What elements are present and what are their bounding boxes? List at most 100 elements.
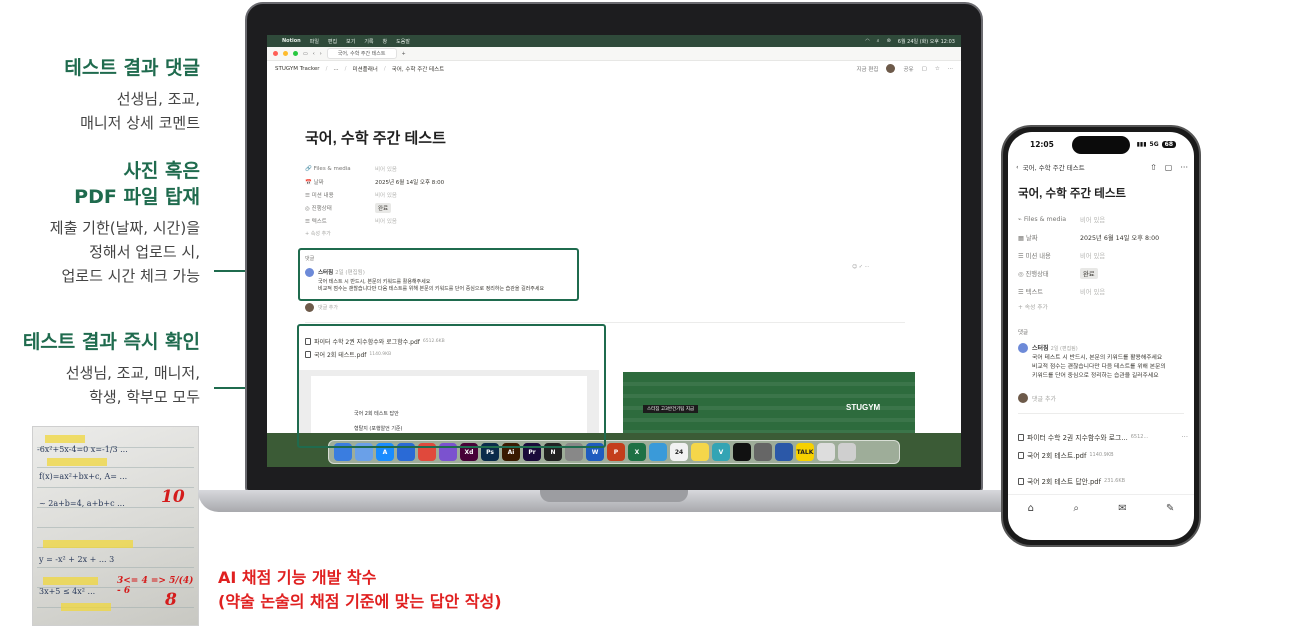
annotation-desc: 선생님, 조교, 매니저 상세 코멘트 [64, 87, 200, 135]
menu-item[interactable]: 파일 [310, 38, 319, 45]
close-window-icon[interactable] [273, 51, 278, 56]
dock-app-icon[interactable]: P [607, 443, 625, 461]
file-item[interactable]: 국어 2회 테스트.pdf 1140.9KB [1018, 446, 1188, 464]
menubar-clock[interactable]: 6월 24일 (화) 오후 12:03 [898, 38, 955, 45]
home-icon[interactable]: ⌂ [1028, 503, 1034, 540]
link-icon: 🔗 [305, 165, 312, 172]
property-row[interactable]: ⌁ Files & media 비어 있음 [1018, 210, 1188, 228]
property-row[interactable]: 📅 날짜 2025년 6월 14일 오후 8:00 [305, 175, 905, 188]
dock-app-icon[interactable] [754, 443, 772, 461]
annotation-title: 테스트 결과 댓글 [64, 57, 200, 79]
comment-text: 키워드를 단어 중심으로 정리하는 습관을 길러주세요 [1032, 373, 1159, 379]
property-row[interactable]: ☰ 텍스트 비어 있음 [1018, 282, 1188, 300]
calendar-icon: ▦ [1018, 234, 1024, 242]
file-size: 231.6KB [1104, 478, 1126, 484]
handwritten-answer-photo: -6x²+5x-4=0 x=-1/3 ... f(x)=ax²+bx+c, A=… [32, 426, 199, 626]
breadcrumb-item[interactable]: ... [333, 66, 338, 72]
forward-icon[interactable]: › [320, 51, 322, 57]
comment-icon[interactable]: ▢ [1165, 163, 1173, 172]
property-value[interactable]: 비어 있음 [1080, 215, 1105, 224]
dock-app-icon[interactable] [649, 443, 667, 461]
phone-clock: 12:05 [1030, 139, 1054, 149]
menu-app-name[interactable]: Notion [282, 38, 301, 44]
property-row[interactable]: ☰ 미션 내용 비어 있음 [305, 188, 905, 201]
property-value[interactable]: 비어 있음 [1080, 251, 1105, 260]
page-title[interactable]: 국어, 수학 주간 테스트 [1018, 185, 1126, 201]
page-title[interactable]: 국어, 수학 주간 테스트 [305, 127, 905, 148]
back-icon[interactable]: ‹ [1016, 163, 1019, 171]
more-icon[interactable]: ··· [1180, 163, 1188, 172]
text-icon: ☰ [1018, 252, 1024, 260]
phone-screen: 12:05 ▮▮▮ 5G 68 ‹ 국어, 수학 주간 테스트 ⇧ ▢ ··· … [1008, 132, 1194, 540]
dock-app-icon[interactable]: 24 [670, 443, 688, 461]
annotation-title: 사진 혹은 PDF 파일 탑재 [50, 158, 200, 210]
add-property-button[interactable]: + 속성 추가 [1018, 302, 1188, 311]
highlight-comment-box [298, 248, 579, 301]
property-row[interactable]: ☰ 미션 내용 비어 있음 [1018, 246, 1188, 264]
menu-item[interactable]: 도움말 [396, 38, 410, 45]
new-tab-icon[interactable]: + [402, 51, 406, 57]
share-button[interactable]: 공유 [903, 65, 913, 73]
avatar[interactable] [886, 64, 896, 73]
window-titlebar: ▭ ‹ › 국어, 수학 주간 테스트 + [267, 47, 961, 61]
breadcrumb-item[interactable]: 미션플래너 [353, 65, 378, 73]
property-row[interactable]: ▦ 날짜 2025년 6월 14일 오후 8:00 [1018, 228, 1188, 246]
menu-item[interactable]: 창 [383, 38, 388, 45]
property-row[interactable]: ◎ 진행상태 완료 [305, 201, 905, 214]
tab-current[interactable]: 국어, 수학 주간 테스트 [326, 48, 397, 59]
dock-app-icon[interactable]: X [628, 443, 646, 461]
menu-item[interactable]: 편집 [328, 38, 337, 45]
dock-app-icon[interactable] [775, 443, 793, 461]
inbox-icon[interactable]: ✉ [1118, 503, 1126, 540]
dock-app-icon[interactable] [838, 443, 856, 461]
property-row[interactable]: 🔗 Files & media 비어 있음 [305, 162, 905, 175]
edited-indicator: 지금 편집 [856, 66, 879, 73]
file-item[interactable]: 파이터 수학 2권 지수함수와 로그... 6512... ··· [1018, 428, 1188, 446]
avatar [1018, 343, 1028, 353]
dock-app-icon[interactable] [733, 443, 751, 461]
property-value[interactable]: 비어 있음 [1080, 287, 1105, 296]
breadcrumb-item[interactable]: STUGYM Tracker [275, 66, 320, 72]
ai-grading-note: AI 채점 기능 개발 착수 (약술 논술의 채점 기준에 맞는 답안 작성) [218, 566, 502, 614]
file-item[interactable]: 국어 2회 테스트 답안.pdf 231.6KB [1018, 472, 1188, 490]
zoom-window-icon[interactable] [293, 51, 298, 56]
search-icon[interactable]: ⌕ [877, 38, 880, 45]
property-value[interactable]: 비어 있음 [375, 217, 397, 225]
control-center-icon[interactable]: ⊜ [887, 38, 891, 45]
dock-app-icon[interactable] [817, 443, 835, 461]
phone-tab-bar: ⌂ ⌕ ✉ ✎ [1008, 494, 1194, 540]
search-icon[interactable]: ⌕ [1073, 503, 1079, 540]
minimize-window-icon[interactable] [283, 51, 288, 56]
compose-icon[interactable]: ✎ [1166, 503, 1174, 540]
property-value[interactable]: 2025년 6월 14일 오후 8:00 [375, 178, 444, 186]
back-icon[interactable]: ‹ [313, 51, 315, 57]
property-row[interactable]: ◎ 진행상태 완료 [1018, 264, 1188, 282]
menu-item[interactable]: 기록 [364, 38, 373, 45]
more-icon[interactable]: ··· [1182, 433, 1188, 441]
menu-item[interactable]: 보기 [346, 38, 355, 45]
breadcrumb-item[interactable]: 국어, 수학 주간 테스트 [392, 65, 445, 73]
add-property-button[interactable]: + 속성 추가 [305, 230, 905, 237]
add-comment-button[interactable]: 댓글 추가 [305, 303, 905, 312]
dock-app-icon[interactable] [691, 443, 709, 461]
property-key: Files & media [1023, 215, 1067, 223]
property-value[interactable]: 2025년 6월 14일 오후 8:00 [1080, 233, 1159, 242]
dock-app-icon[interactable]: V [712, 443, 730, 461]
status-badge[interactable]: 완료 [375, 202, 392, 213]
comment-icon[interactable]: ▢ [922, 66, 927, 72]
share-icon[interactable]: ⇧ [1150, 163, 1157, 172]
property-row[interactable]: ☰ 텍스트 비어 있음 [305, 214, 905, 227]
dock-app-icon[interactable]: TALK [796, 443, 814, 461]
property-value[interactable]: 비어 있음 [375, 165, 397, 173]
status-badge[interactable]: 완료 [1080, 267, 1098, 279]
comment-actions[interactable]: ☺ ✓ ··· [852, 264, 869, 270]
add-comment-button[interactable]: 댓글 추가 [1018, 393, 1188, 403]
more-icon[interactable]: ··· [948, 66, 953, 72]
star-icon[interactable]: ☆ [935, 66, 940, 72]
property-key: 진행상태 [311, 205, 332, 212]
annotation-instant: 테스트 결과 즉시 확인 선생님, 조교, 매니저, 학생, 학부모 모두 [23, 329, 200, 409]
sidebar-toggle-icon[interactable]: ▭ [303, 51, 308, 57]
property-value[interactable]: 비어 있음 [375, 191, 397, 199]
divider [305, 322, 905, 323]
wifi-icon[interactable]: ◠ [865, 38, 869, 45]
